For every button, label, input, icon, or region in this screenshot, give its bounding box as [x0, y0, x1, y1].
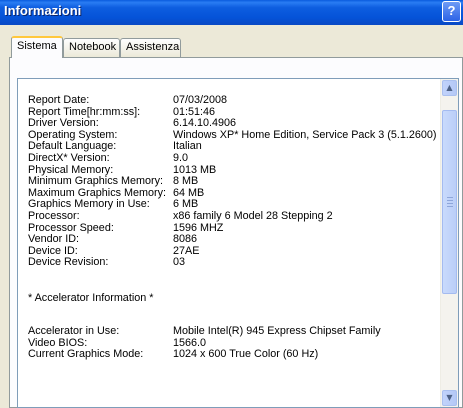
tab-sistema[interactable]: Sistema [11, 36, 63, 58]
info-label: DirectX* Version: [28, 151, 110, 164]
info-row: Accelerator in Use: Mobile Intel(R) 945 E… [28, 324, 438, 338]
grip-line [447, 206, 453, 207]
scroll-up-button[interactable]: ▲ [442, 80, 457, 96]
info-label: Device Revision: [28, 256, 109, 269]
info-label: Processor: [28, 209, 80, 222]
scroll-thumb[interactable] [442, 110, 457, 294]
info-value: 8 MB [173, 175, 199, 188]
info-row: Device Revision: 03 [28, 257, 438, 269]
window-title: Informazioni [4, 3, 82, 18]
tab-label: Assistenza [126, 41, 180, 53]
info-value: 03 [173, 256, 186, 269]
info-row: Report Date: 07/03/2008 [28, 94, 438, 107]
info-label: Report Date: [28, 94, 90, 106]
info-row: Vendor ID: 8086 [28, 234, 438, 246]
vertical-scrollbar[interactable]: ▲ ▼ [440, 79, 458, 407]
info-row: Current Graphics Mode: 1024 x 600 True Co… [28, 348, 438, 361]
grip-line [447, 203, 453, 204]
info-row: Processor: x86 family 6 Model 28 Stepping… [28, 209, 438, 223]
tab-label: Sistema [17, 40, 57, 52]
info-value: 1024 x 600 True Color (60 Hz) [173, 348, 319, 361]
help-button[interactable]: ? [442, 1, 461, 22]
info-label: Minimum Graphics Memory: [28, 175, 163, 188]
accelerator-section-title: * Accelerator Information * [28, 291, 154, 304]
arrow-up-icon: ▲ [446, 83, 453, 92]
tab-label: Notebook [69, 41, 117, 53]
info-value: 9.0 [173, 151, 189, 164]
tab-notebook[interactable]: Notebook [63, 38, 120, 57]
system-info-content: Report Date: 07/03/2008 Report Time[hr:mm… [28, 94, 438, 361]
title-bar: Informazioni ? [0, 0, 463, 25]
info-row: Minimum Graphics Memory: 8 MB [28, 176, 438, 188]
arrow-down-icon: ▼ [446, 393, 453, 402]
info-value: Windows XP* Home Edition, Service Pack 3… [173, 128, 437, 141]
info-value: x86 family 6 Model 28 Stepping 2 [173, 209, 333, 222]
info-label: Vendor ID: [28, 233, 80, 246]
info-value: 8086 [173, 233, 198, 246]
info-label: Accelerator in Use: [28, 324, 120, 337]
tab-assistenza[interactable]: Assistenza [120, 38, 181, 57]
system-info-textbox[interactable]: Report Date: 07/03/2008 Report Time[hr:mm… [17, 78, 459, 408]
info-row: Processor Speed: 1596 MHZ [28, 222, 438, 235]
info-label: Current Graphics Mode: [28, 348, 144, 361]
info-value: Mobile Intel(R) 945 Express Chipset Fami… [173, 324, 381, 337]
scroll-down-button[interactable]: ▼ [442, 390, 457, 406]
grip-line [447, 200, 453, 201]
grip-line [447, 197, 453, 198]
info-row: DirectX* Version: 9.0 [28, 151, 438, 165]
info-value: 07/03/2008 [173, 94, 228, 106]
